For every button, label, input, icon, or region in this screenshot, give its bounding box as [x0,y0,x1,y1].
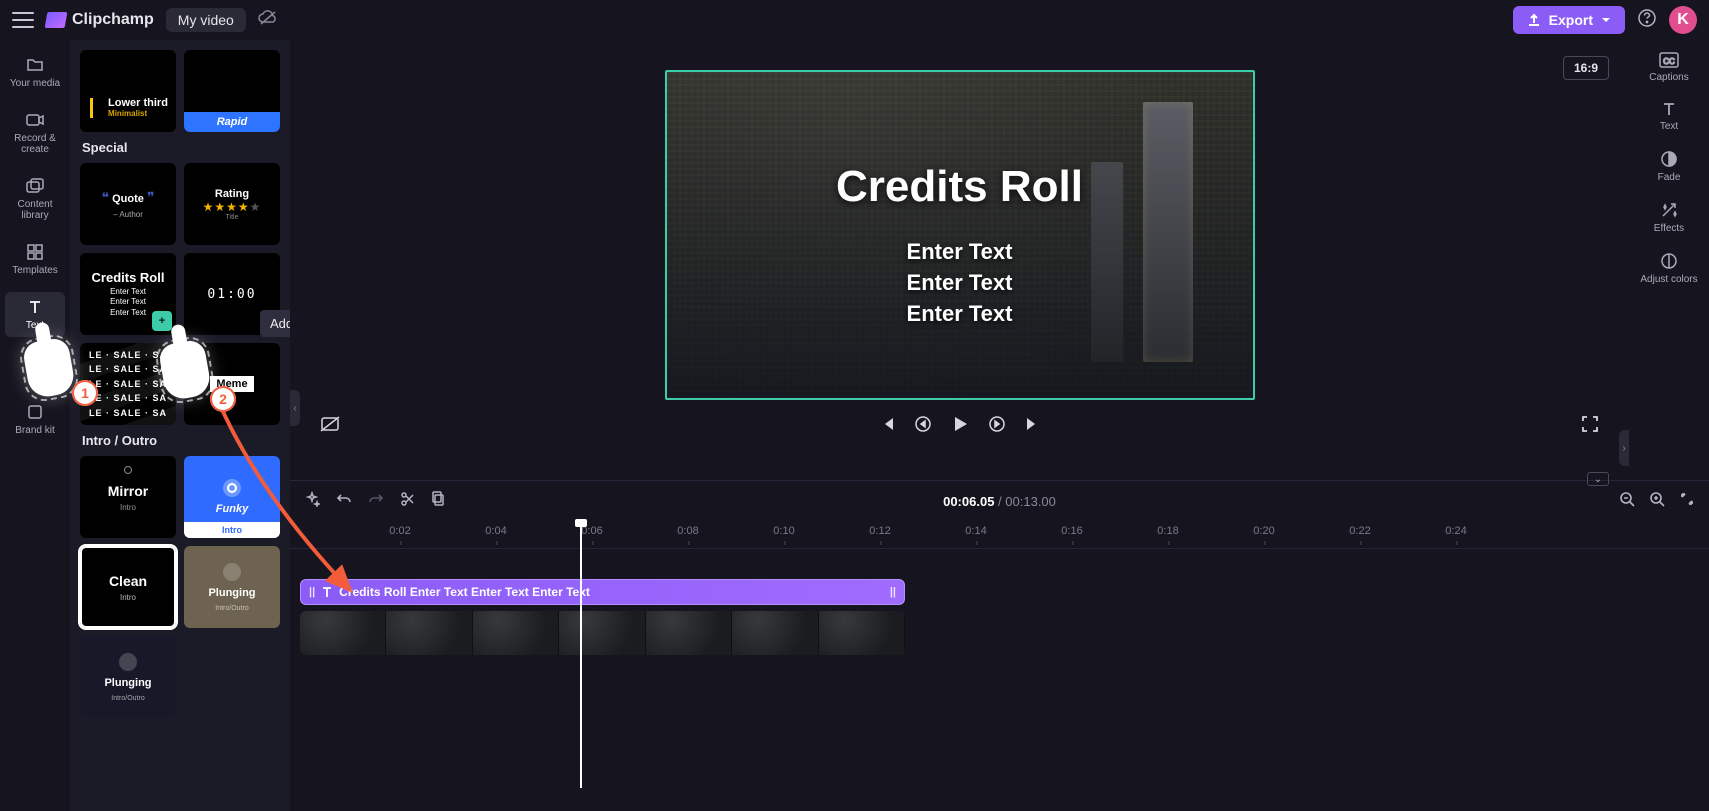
sync-off-icon[interactable] [258,10,278,31]
rail-captions[interactable]: CC Captions [1649,52,1688,83]
card-plunging-dark[interactable]: Plunging Intro/Outro [80,636,176,718]
aspect-ratio-badge[interactable]: 16:9 [1563,56,1609,80]
collapse-right-rail[interactable]: › [1619,430,1629,466]
tutorial-pointer-2: 2 [162,342,208,398]
ruler-tick: 0:12 [869,525,890,537]
library-icon [26,177,44,195]
card-quote[interactable]: ❝ Quote ❞ – Author [80,163,176,245]
ruler-tick: 0:10 [773,525,794,537]
ruler-tick: 0:08 [677,525,698,537]
split-icon[interactable] [400,491,414,512]
app-logo: Clipchamp [46,11,154,29]
step-forward-icon[interactable] [988,415,1006,438]
step-back-icon[interactable] [914,415,932,438]
ruler-tick: 0:24 [1445,525,1466,537]
rail-effects[interactable]: Effects [1654,201,1684,234]
effects-icon [1660,201,1678,219]
timeline-time: 00:06.05 / 00:13.00 [943,494,1056,509]
ruler-tick: 0:18 [1157,525,1178,537]
card-rapid[interactable]: Rapid [184,50,280,132]
timeline-collapse-toggle[interactable]: ⌄ [1587,472,1609,486]
app-name: Clipchamp [72,11,154,29]
skip-forward-icon[interactable] [1024,416,1040,437]
camera-icon [26,111,44,129]
adjust-colors-icon [1660,252,1678,270]
chevron-down-icon [1601,15,1611,25]
export-button[interactable]: Export [1513,6,1625,34]
rail-fade[interactable]: Fade [1658,150,1681,183]
card-credits-roll[interactable]: Credits Roll Enter Text Enter Text Enter… [80,253,176,335]
playhead[interactable] [580,521,582,788]
nav-templates[interactable]: Templates [5,237,65,282]
play-button[interactable] [950,414,970,439]
timeline-ruler[interactable]: 0:020:040:060:080:100:120:140:160:180:20… [290,521,1709,549]
timeline-tracks[interactable]: || Credits Roll Enter Text Enter Text En… [290,549,1709,729]
copy-style-icon[interactable] [430,491,444,512]
clipchamp-icon [45,12,68,28]
nav-record-create[interactable]: Record & create [5,105,65,161]
tooltip-add-timeline: Add to timeline [260,310,290,337]
card-clean[interactable]: Clean Intro [80,546,176,628]
nav-your-media[interactable]: Your media [5,50,65,95]
help-icon[interactable] [1637,8,1657,33]
tutorial-arrow [200,395,400,625]
card-mirror[interactable]: Mirror Intro [80,456,176,538]
stage-title: Credits Roll [667,162,1253,212]
section-special: Special [82,140,280,155]
text-icon [26,298,44,316]
ruler-tick: 0:22 [1349,525,1370,537]
card-rating[interactable]: Rating ★★★★★ Title [184,163,280,245]
tutorial-pointer-1: 1 [26,340,72,396]
zoom-fit-icon[interactable] [1679,491,1695,512]
card-lower-third[interactable]: Lower thirdMinimalist [80,50,176,132]
upload-icon [1527,13,1541,27]
clip-grip-right[interactable]: || [890,586,896,598]
folder-icon [26,56,44,74]
ruler-tick: 0:14 [965,525,986,537]
ruler-tick: 0:20 [1253,525,1274,537]
avatar[interactable]: K [1669,6,1697,34]
ruler-tick: 0:04 [485,525,506,537]
zoom-in-icon[interactable] [1649,491,1665,512]
video-title[interactable]: My video [166,8,246,32]
text-icon [1661,101,1677,117]
fullscreen-icon[interactable] [1581,415,1599,438]
skip-back-icon[interactable] [880,416,896,437]
add-to-timeline-button[interactable]: + [152,311,172,331]
menu-button[interactable] [12,12,34,28]
fade-icon [1660,150,1678,168]
stage-body: Enter Text Enter Text Enter Text [667,237,1253,329]
rail-text[interactable]: Text [1660,101,1678,132]
rail-adjust-colors[interactable]: Adjust colors [1640,252,1697,285]
captions-icon: CC [1659,52,1679,68]
brand-kit-icon [26,403,44,421]
nav-brand-kit[interactable]: Brand kit [5,397,65,442]
zoom-out-icon[interactable] [1619,491,1635,512]
preview-stage[interactable]: Credits Roll Enter Text Enter Text Enter… [665,70,1255,400]
nav-content-library[interactable]: Content library [5,171,65,227]
templates-icon [26,243,44,261]
ruler-tick: 0:16 [1061,525,1082,537]
svg-text:CC: CC [1663,57,1675,66]
